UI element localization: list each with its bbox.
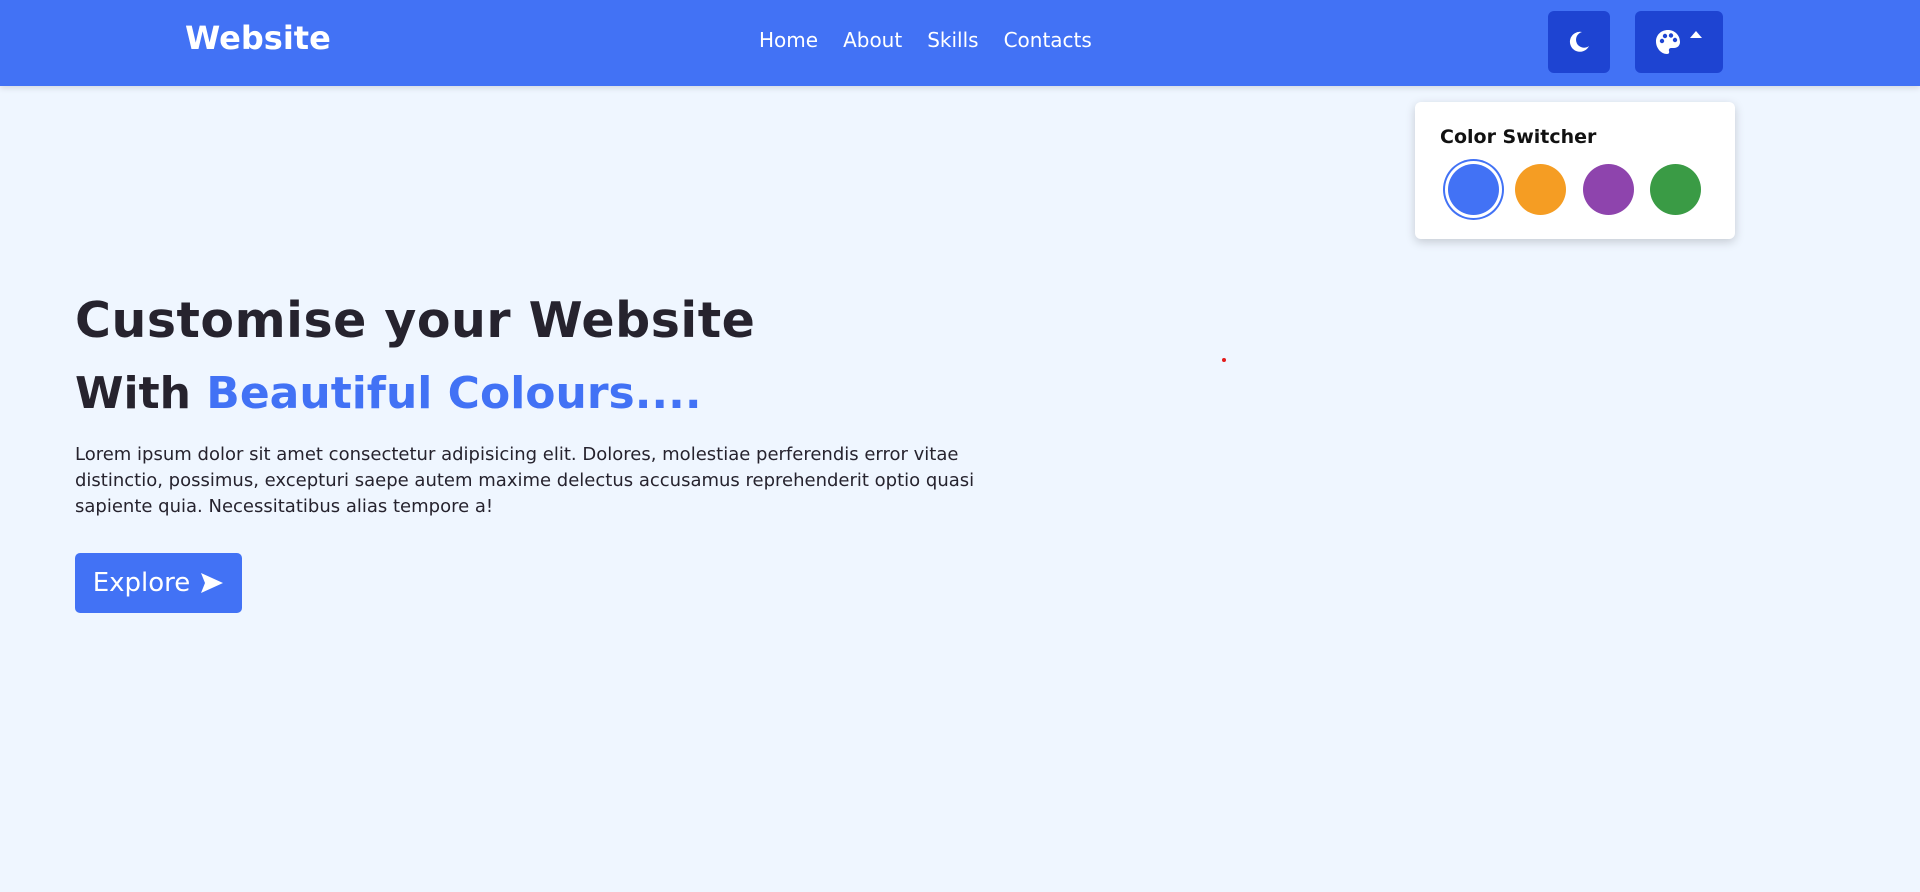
- caret-up-icon: [1690, 31, 1702, 38]
- color-switcher-panel: Color Switcher: [1415, 102, 1735, 239]
- palette-icon: [1656, 30, 1680, 54]
- swatch-green[interactable]: [1650, 164, 1701, 215]
- hero-paragraph: Lorem ipsum dolor sit amet consectetur a…: [75, 444, 975, 517]
- nav-link-home[interactable]: Home: [759, 28, 818, 52]
- hero-subtitle-accent: Beautiful Colours....: [206, 368, 702, 419]
- nav-link-about[interactable]: About: [843, 28, 902, 52]
- color-palette-button[interactable]: [1635, 11, 1723, 73]
- swatch-purple[interactable]: [1583, 164, 1634, 215]
- navbar: Website Home About Skills Contacts: [0, 0, 1920, 86]
- hero-subtitle-prefix: With: [75, 368, 207, 419]
- explore-button-label: Explore: [92, 568, 191, 598]
- hero-subtitle: With Beautiful Colours....: [75, 368, 702, 419]
- red-dot: [1222, 358, 1226, 362]
- swatch-blue[interactable]: [1448, 164, 1499, 215]
- swatch-orange[interactable]: [1515, 164, 1566, 215]
- explore-button[interactable]: Explore: [75, 553, 242, 613]
- nav-link-skills[interactable]: Skills: [927, 28, 978, 52]
- send-arrow-icon: [201, 573, 224, 593]
- hero-title: Customise your Website: [75, 292, 756, 349]
- theme-toggle-button[interactable]: [1548, 11, 1610, 73]
- moon-icon: [1569, 31, 1589, 52]
- nav-links: Home About Skills Contacts: [759, 28, 1092, 52]
- nav-link-contacts[interactable]: Contacts: [1004, 28, 1092, 52]
- brand-logo[interactable]: Website: [185, 19, 331, 57]
- color-switcher-title: Color Switcher: [1440, 126, 1597, 148]
